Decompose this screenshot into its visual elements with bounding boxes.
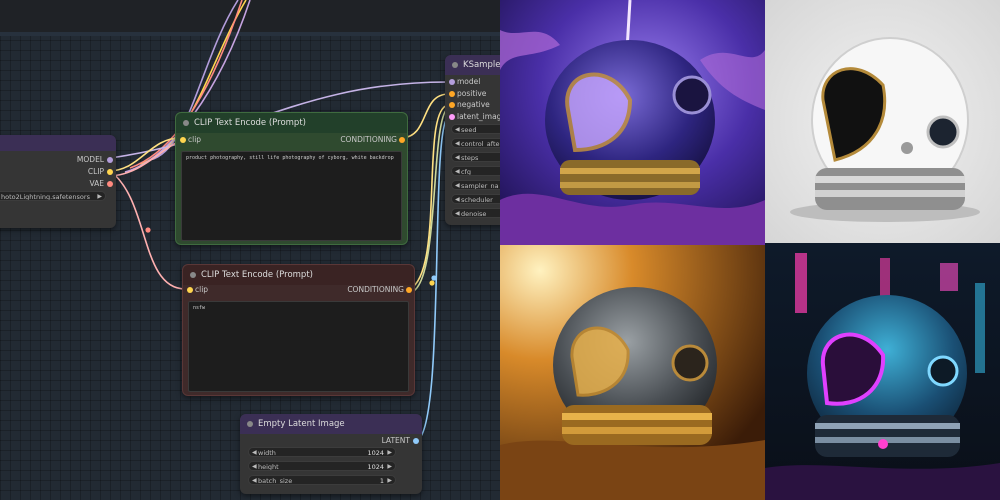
chevron-left-icon: ◀ [252,463,257,470]
clip-text-encode-negative-node[interactable]: CLIP Text Encode (Prompt) clip CONDITION… [182,264,415,396]
chevron-right-icon: ▶ [97,193,102,200]
chevron-left-icon: ◀ [455,154,460,161]
chevron-left-icon: ◀ [455,168,460,175]
empty-latent-image-node[interactable]: Empty Latent Image LATENT ◀ width 1024 ▶… [240,414,422,494]
node-collapse-dot[interactable] [190,272,196,278]
model-input-dot[interactable] [449,79,455,85]
clip-negative-title: CLIP Text Encode (Prompt) [183,265,414,285]
chevron-right-icon: ▶ [387,477,392,484]
control-after-widget[interactable]: ◀ control_afte [451,138,500,148]
output-conditioning[interactable]: CONDITIONING [340,135,405,145]
output-image-golden-desert[interactable] [500,245,765,500]
clip-port-dot[interactable] [107,169,113,175]
seed-widget[interactable]: ◀ seed [451,124,500,134]
scheduler-widget[interactable]: ◀ scheduler [451,194,500,204]
conditioning-output-dot[interactable] [406,287,412,293]
load-checkpoint-title [0,135,116,151]
denoise-widget[interactable]: ◀ denoise [451,208,500,218]
ksampler-title: KSampler [445,55,500,75]
clip-input-dot[interactable] [187,287,193,293]
node-canvas[interactable]: MODEL CLIP VAE hoto2Lightning.safetensor… [0,0,500,500]
input-latent-image[interactable]: latent_image [449,112,500,122]
chevron-right-icon: ▶ [387,463,392,470]
negative-input-dot[interactable] [449,102,455,108]
output-image-neon-cyberpunk[interactable] [765,243,1000,500]
output-image-white-studio[interactable] [765,0,1000,243]
input-positive[interactable]: positive [449,89,486,99]
chevron-left-icon: ◀ [455,210,460,217]
chevron-right-icon: ▶ [387,449,392,456]
sampler-name-widget[interactable]: ◀ sampler_na [451,180,500,190]
chevron-left-icon: ◀ [455,140,460,147]
positive-input-dot[interactable] [449,91,455,97]
chevron-left-icon: ◀ [252,477,257,484]
negative-prompt-textarea[interactable]: nsfw [188,301,409,392]
ksampler-node[interactable]: KSampler model positive negative latent_… [445,55,500,225]
latent-output-dot[interactable] [413,438,419,444]
height-widget[interactable]: ◀ height 1024 ▶ [248,461,396,471]
empty-latent-title: Empty Latent Image [240,414,422,434]
input-negative[interactable]: negative [449,100,490,110]
clip-positive-title: CLIP Text Encode (Prompt) [176,113,407,133]
cfg-widget[interactable]: ◀ cfg [451,166,500,176]
input-model[interactable]: model [449,77,480,87]
ckpt-name-select[interactable]: hoto2Lightning.safetensors ▶ [0,191,106,201]
vae-port-dot[interactable] [107,181,113,187]
model-port-dot[interactable] [107,157,113,163]
output-vae[interactable]: VAE [89,179,113,189]
output-model[interactable]: MODEL [77,155,113,165]
output-image-purple-nebula[interactable] [500,0,765,245]
input-clip[interactable]: clip [187,285,208,295]
latent-input-dot[interactable] [449,114,455,120]
node-collapse-dot[interactable] [247,421,253,427]
output-latent[interactable]: LATENT [382,436,419,446]
chevron-left-icon: ◀ [455,182,460,189]
output-clip[interactable]: CLIP [88,167,113,177]
node-collapse-dot[interactable] [452,62,458,68]
width-widget[interactable]: ◀ width 1024 ▶ [248,447,396,457]
chevron-left-icon: ◀ [252,449,257,456]
batch-size-widget[interactable]: ◀ batch_size 1 ▶ [248,475,396,485]
output-conditioning[interactable]: CONDITIONING [347,285,412,295]
chevron-left-icon: ◀ [455,196,460,203]
clip-text-encode-positive-node[interactable]: CLIP Text Encode (Prompt) clip CONDITION… [175,112,408,245]
clip-input-dot[interactable] [180,137,186,143]
input-clip[interactable]: clip [180,135,201,145]
node-collapse-dot[interactable] [183,120,189,126]
load-checkpoint-node[interactable]: MODEL CLIP VAE hoto2Lightning.safetensor… [0,135,116,228]
steps-widget[interactable]: ◀ steps [451,152,500,162]
prompt-textarea[interactable]: product photography, still life photogra… [181,151,402,241]
chevron-left-icon: ◀ [455,126,460,133]
conditioning-output-dot[interactable] [399,137,405,143]
